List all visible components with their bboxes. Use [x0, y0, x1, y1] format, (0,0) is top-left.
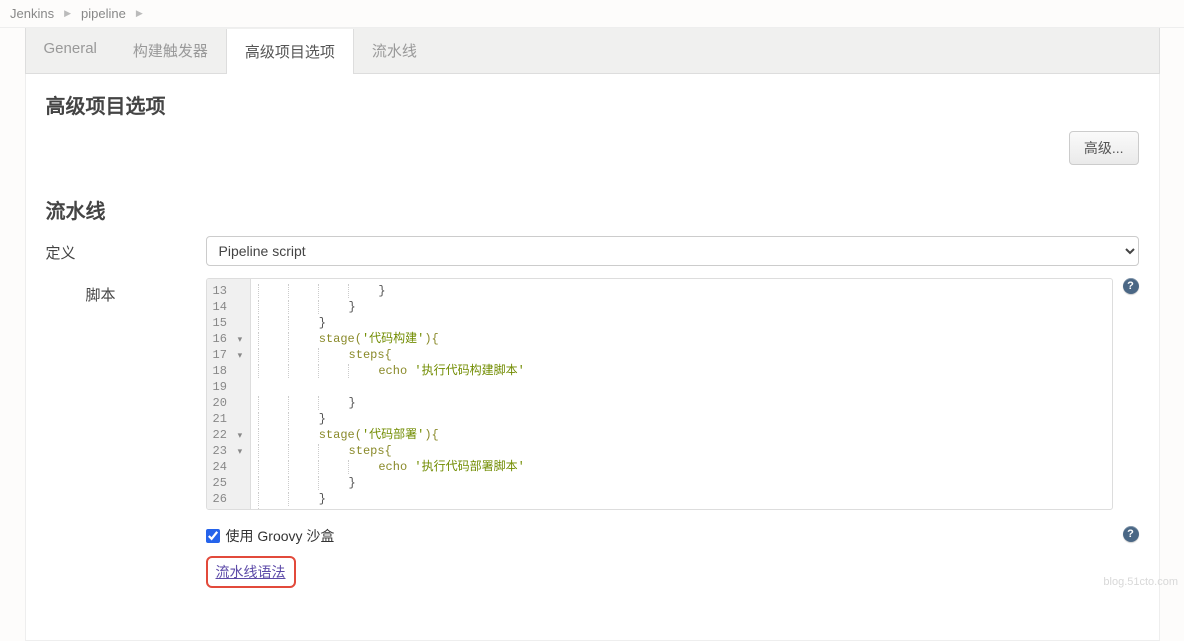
chevron-right-icon: ▶ — [64, 8, 71, 19]
breadcrumb-root[interactable]: Jenkins — [10, 6, 54, 21]
section-title-pipeline: 流水线 — [46, 195, 1139, 224]
breadcrumb: Jenkins ▶ pipeline ▶ — [0, 0, 1184, 28]
config-tabs: General 构建触发器 高级项目选项 流水线 — [25, 28, 1160, 74]
definition-select[interactable]: Pipeline script — [206, 236, 1139, 266]
script-editor[interactable]: 13 14 15 16 ▾17 ▾18 19 20 21 22 ▾23 ▾24 … — [206, 278, 1113, 510]
sandbox-label: 使用 Groovy 沙盒 — [226, 526, 335, 546]
content-area: 高级项目选项 高级... 流水线 定义 Pipeline script 脚本 ?… — [25, 74, 1160, 641]
pipeline-syntax-link[interactable]: 流水线语法 — [216, 564, 286, 580]
definition-label: 定义 — [46, 236, 206, 263]
advanced-button[interactable]: 高级... — [1069, 131, 1139, 165]
tab-general[interactable]: General — [26, 28, 115, 73]
help-icon[interactable]: ? — [1123, 526, 1139, 542]
tab-advanced[interactable]: 高级项目选项 — [226, 29, 354, 74]
editor-gutter: 13 14 15 16 ▾17 ▾18 19 20 21 22 ▾23 ▾24 … — [207, 279, 252, 509]
sandbox-checkbox[interactable] — [206, 529, 220, 543]
tab-triggers[interactable]: 构建触发器 — [115, 28, 226, 73]
watermark: blog.51cto.com — [1103, 576, 1178, 588]
advanced-button-row: 高级... — [46, 131, 1139, 165]
breadcrumb-item[interactable]: pipeline — [81, 6, 126, 21]
help-icon[interactable]: ? — [1123, 278, 1139, 294]
syntax-link-box: 流水线语法 — [206, 556, 296, 588]
editor-code[interactable]: } } } stage('代码构建'){ steps{ echo '执行代码构建… — [251, 279, 1111, 509]
script-label: 脚本 — [46, 278, 206, 305]
section-title-advanced: 高级项目选项 — [46, 90, 1139, 119]
chevron-right-icon: ▶ — [136, 8, 143, 19]
tab-pipeline[interactable]: 流水线 — [354, 28, 435, 73]
